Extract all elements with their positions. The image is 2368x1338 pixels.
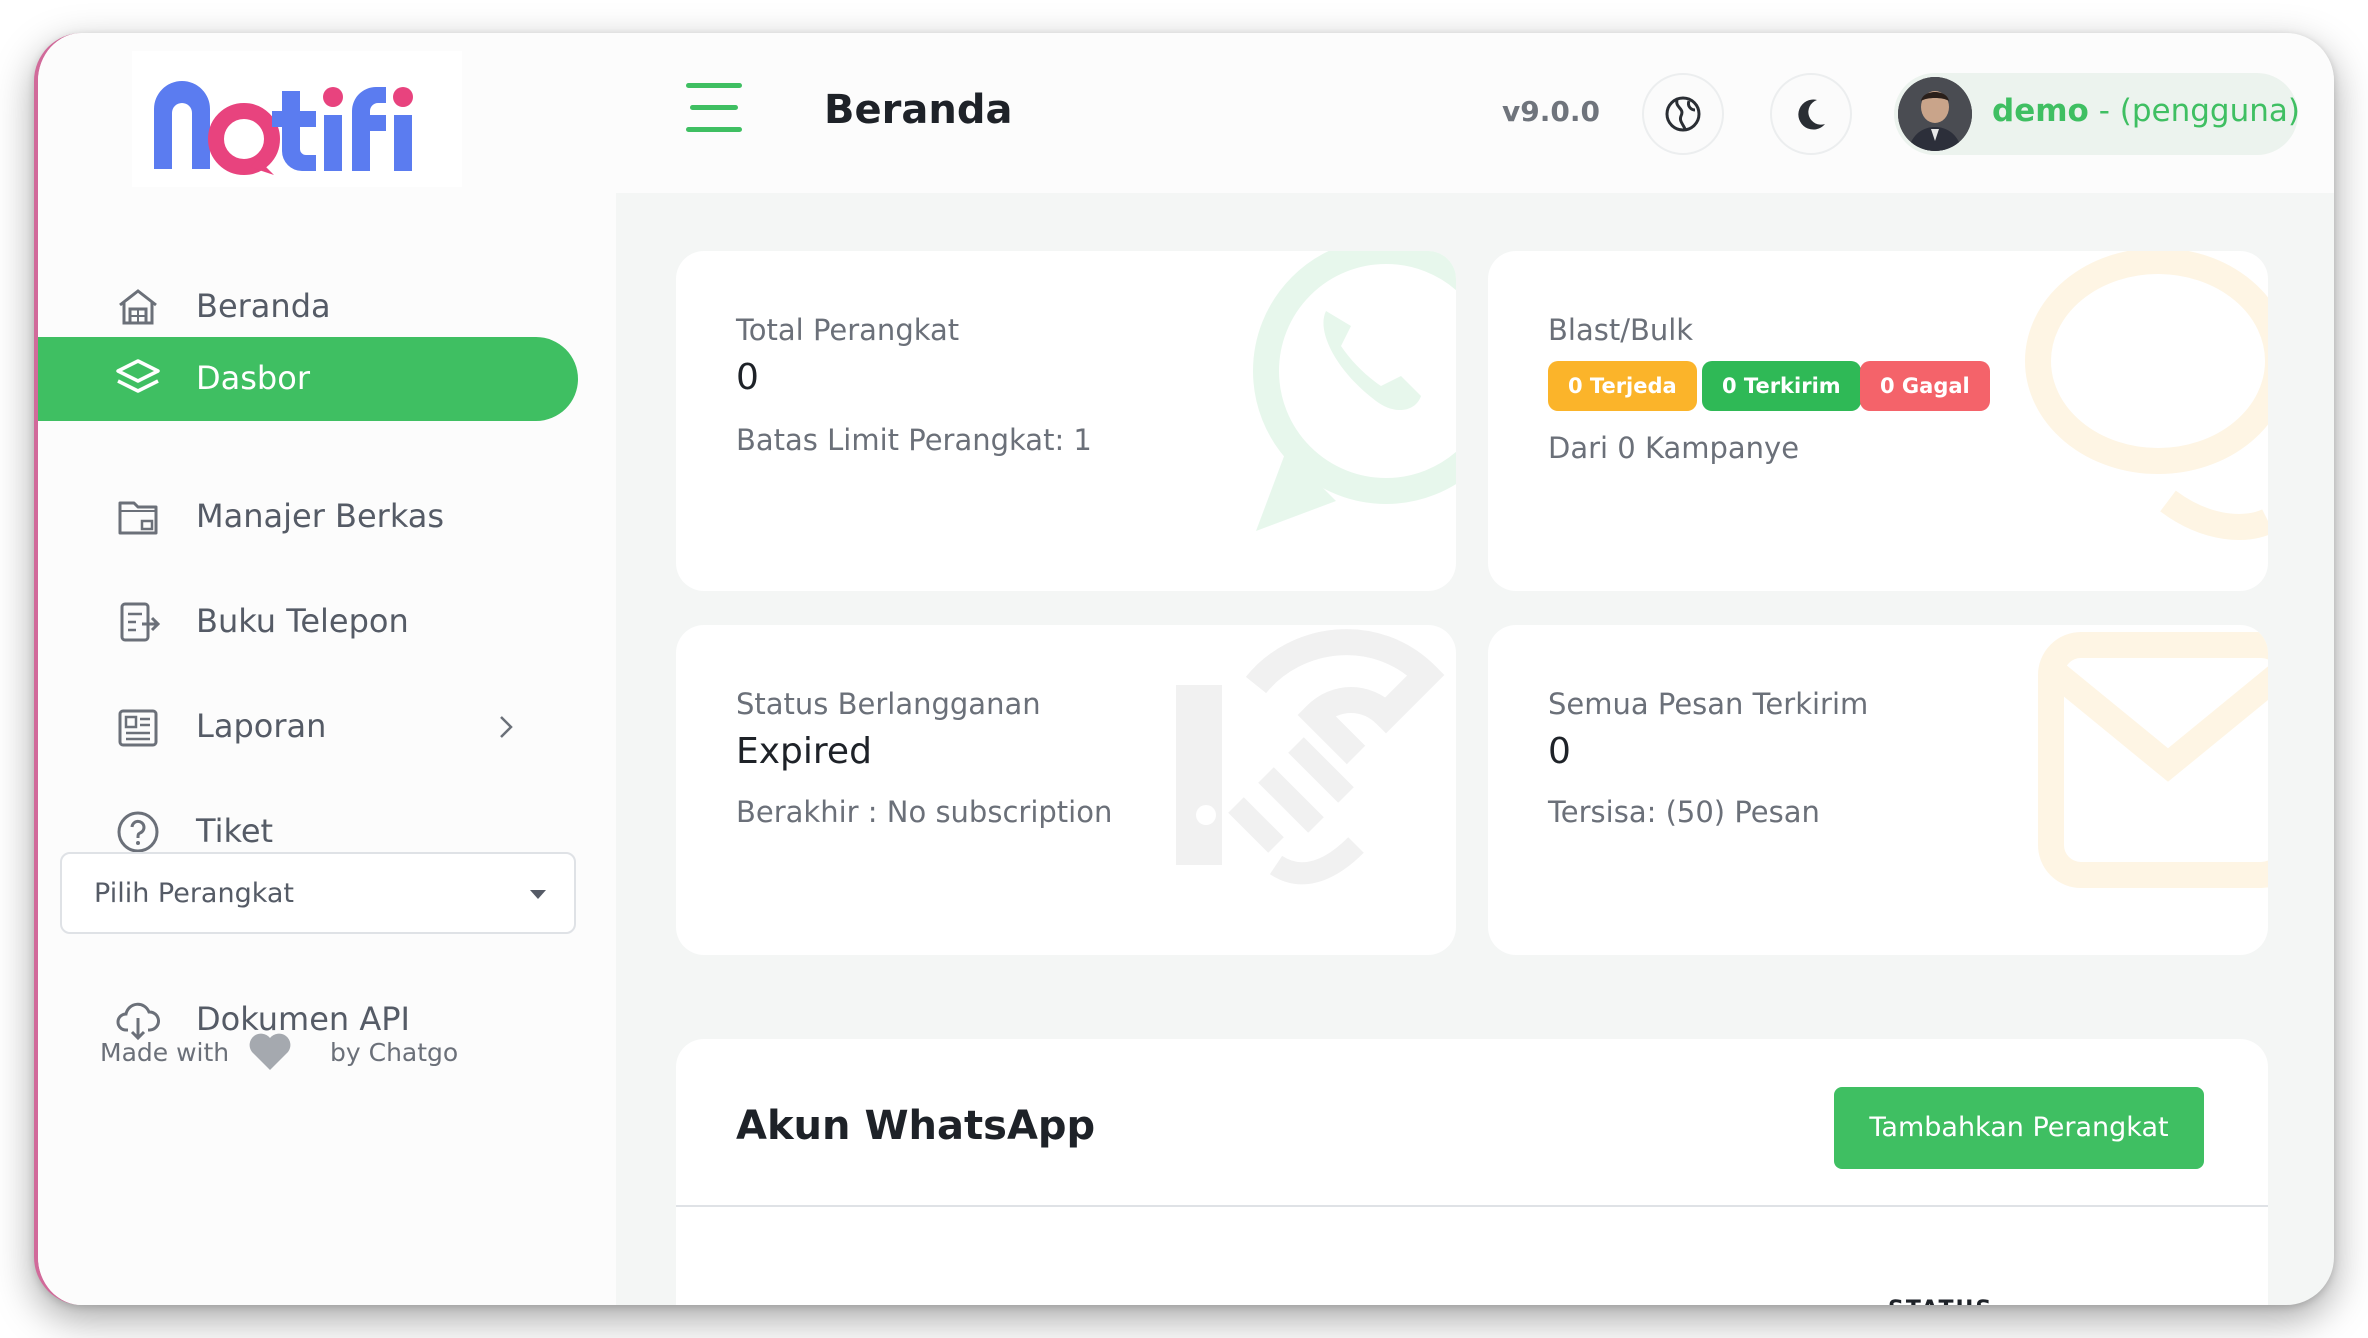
- user-role: - (pengguna): [2098, 93, 2300, 129]
- heart-icon: [249, 1033, 291, 1070]
- badge-gagal: 0 Gagal: [1860, 361, 1990, 411]
- app-logo[interactable]: [132, 51, 462, 187]
- table-header-status: STATUS: [1888, 1297, 1993, 1305]
- page-title: Beranda: [824, 87, 1013, 133]
- menu-toggle-icon[interactable]: [686, 83, 742, 133]
- handshake-bg-icon: [1176, 629, 1445, 885]
- device-select-value: Pilih Perangkat: [94, 878, 295, 909]
- help-icon: [117, 811, 159, 853]
- chat-bubble-bg-icon: [2025, 251, 2268, 540]
- sidebar-item-dasbor[interactable]: Dasbor: [38, 337, 578, 421]
- cloud-download-icon: [116, 1002, 160, 1041]
- language-button[interactable]: [1642, 73, 1724, 155]
- sidebar-item-label: Manajer Berkas: [196, 497, 445, 535]
- notifi-logo-icon: [154, 81, 413, 175]
- caret-down-icon: [530, 890, 546, 899]
- app-window: Beranda Dasbor Manajer Berkas Buku Telep…: [34, 33, 2334, 1305]
- add-device-button[interactable]: Tambahkan Perangkat: [1834, 1087, 2204, 1169]
- moon-icon: [1798, 99, 1825, 130]
- user-name-label: demo - (pengguna): [1992, 93, 2300, 129]
- layers-icon: [116, 359, 160, 393]
- card-subtext: Tersisa: (50) Pesan: [1548, 795, 1820, 829]
- card-title: Total Perangkat: [736, 313, 960, 347]
- sidebar-item-label: Tiket: [196, 812, 274, 850]
- by-text: by Chatgo: [330, 1038, 459, 1067]
- divider: [676, 1205, 2268, 1207]
- screen: Beranda Dasbor Manajer Berkas Buku Telep…: [0, 0, 2368, 1338]
- card-subtext: Dari 0 Kampanye: [1548, 431, 1800, 465]
- report-icon: [118, 709, 158, 747]
- sidebar-item-label: Buku Telepon: [196, 602, 409, 640]
- envelope-bg-icon: [2038, 632, 2268, 888]
- phonebook-icon: [120, 602, 161, 642]
- footer-credit: Made with by Chatgo: [100, 1033, 458, 1070]
- sent-messages-card: Semua Pesan Terkirim 0 Tersisa: (50) Pes…: [1488, 625, 2268, 955]
- user-name: demo: [1992, 93, 2089, 129]
- badge-terjeda: 0 Terjeda: [1548, 361, 1697, 411]
- card-value: 0: [736, 357, 759, 398]
- sidebar-item-manajer-berkas[interactable]: Manajer Berkas: [38, 475, 578, 559]
- sidebar-item-laporan[interactable]: Laporan: [38, 685, 578, 769]
- avatar: [1898, 77, 1972, 151]
- section-title: Akun WhatsApp: [736, 1103, 1096, 1149]
- card-value: 0: [1548, 731, 1571, 772]
- sidebar: Beranda Dasbor Manajer Berkas Buku Telep…: [38, 33, 616, 1305]
- badge-terkirim: 0 Terkirim: [1702, 361, 1861, 411]
- card-subtext: Berakhir : No subscription: [736, 795, 1113, 829]
- total-devices-card: Total Perangkat 0 Batas Limit Perangkat:…: [676, 251, 1456, 591]
- whatsapp-accounts-section: Akun WhatsApp Tambahkan Perangkat STATUS: [676, 1039, 2268, 1305]
- chevron-right-icon: [500, 716, 513, 738]
- subscription-card: Status Berlangganan Expired Berakhir : N…: [676, 625, 1456, 955]
- whatsapp-bg-icon: [1253, 251, 1456, 531]
- dark-mode-toggle[interactable]: [1770, 73, 1852, 155]
- card-title: Semua Pesan Terkirim: [1548, 687, 1869, 721]
- sidebar-item-label: Beranda: [196, 287, 331, 325]
- sidebar-item-label: Dasbor: [196, 359, 310, 397]
- home-icon: [119, 289, 157, 325]
- card-title: Blast/Bulk: [1548, 313, 1694, 347]
- sidebar-item-buku-telepon[interactable]: Buku Telepon: [38, 580, 578, 664]
- subscription-status: Expired: [736, 731, 872, 772]
- user-photo-icon: [1898, 77, 1972, 151]
- made-with-text: Made with: [100, 1038, 230, 1067]
- blast-bulk-card: Blast/Bulk 0 Terjeda 0 Terkirim 0 Gagal …: [1488, 251, 2268, 591]
- card-subtext: Batas Limit Perangkat: 1: [736, 423, 1092, 457]
- version-label: v9.0.0: [1502, 95, 1600, 128]
- device-select[interactable]: Pilih Perangkat: [60, 852, 576, 934]
- sidebar-item-label: Laporan: [196, 707, 327, 745]
- sidebar-item-label: Dokumen API: [196, 1000, 410, 1038]
- card-title: Status Berlangganan: [736, 687, 1041, 721]
- top-header: Beranda v9.0.0 demo - (pengguna): [616, 33, 2334, 193]
- folder-icon: [118, 501, 158, 535]
- user-menu[interactable]: demo - (pengguna): [1894, 73, 2300, 155]
- globe-icon: [1665, 96, 1701, 132]
